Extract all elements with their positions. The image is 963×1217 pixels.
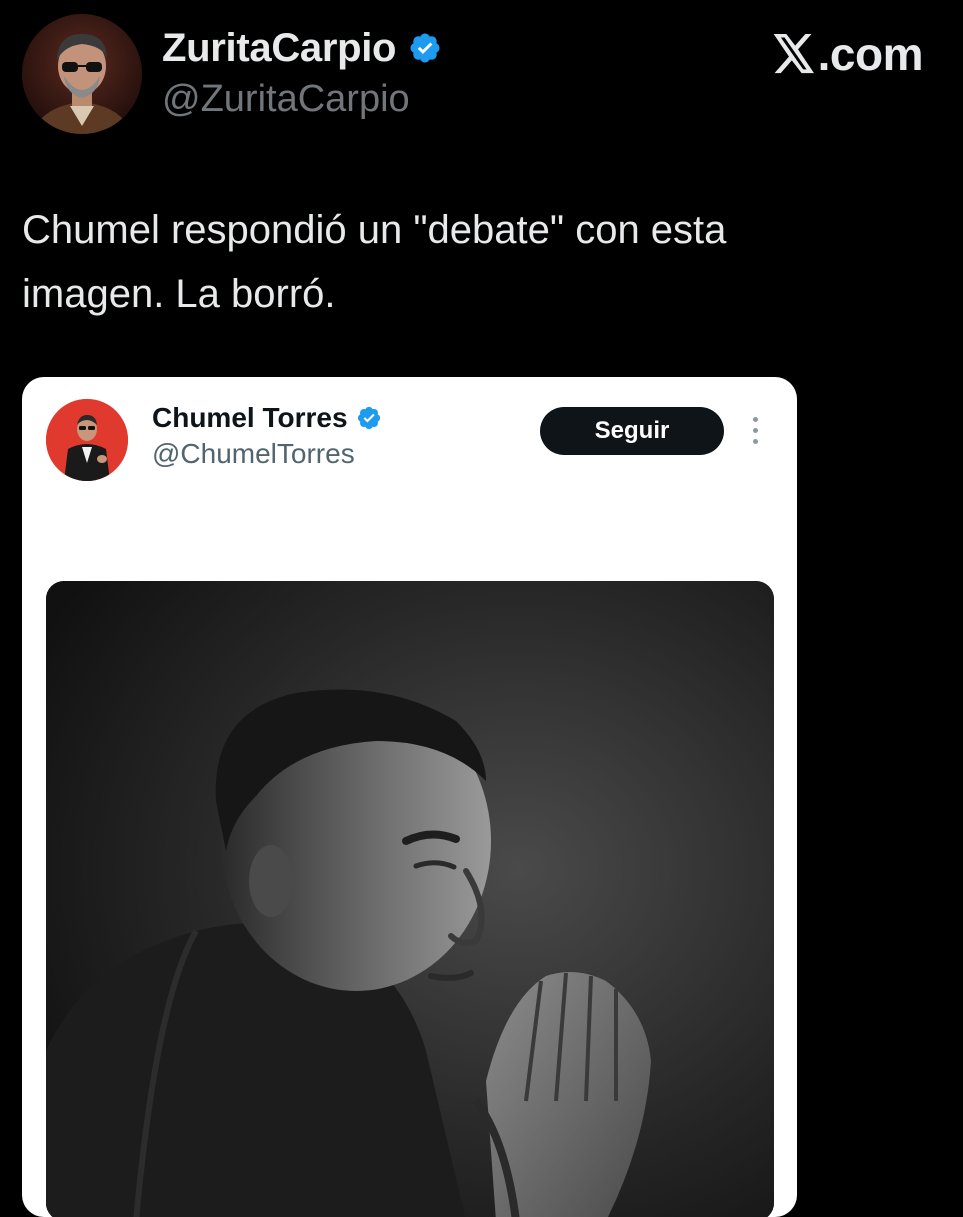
tweet-text-line: Chumel respondió un "debate" con esta	[22, 208, 727, 252]
verified-badge-icon	[408, 31, 442, 65]
embedded-tweet-card[interactable]: Chumel Torres @ChumelTorres Seguir	[22, 377, 797, 1217]
embedded-author-handle[interactable]: @ChumelTorres	[152, 437, 355, 471]
author-name-row: ZuritaCarpio	[162, 24, 442, 72]
more-dot	[753, 439, 758, 444]
photo-image	[46, 581, 774, 1217]
more-options-icon[interactable]	[746, 413, 766, 449]
author-name[interactable]: ZuritaCarpio	[162, 24, 397, 72]
tweet-text-line: imagen. La borró.	[22, 272, 336, 316]
avatar-photo	[46, 399, 128, 481]
x-logo-icon	[772, 34, 816, 74]
brand-watermark: .com	[772, 26, 924, 82]
tweet-media-photo[interactable]	[46, 581, 774, 1217]
more-dot	[753, 417, 758, 422]
embedded-author-name[interactable]: Chumel Torres	[152, 401, 348, 435]
verified-badge-icon	[356, 405, 382, 431]
avatar-photo	[22, 14, 142, 134]
author-handle[interactable]: @ZuritaCarpio	[162, 76, 410, 122]
more-dot	[753, 428, 758, 433]
embedded-author-name-row: Chumel Torres	[152, 401, 382, 435]
author-avatar[interactable]	[22, 14, 142, 134]
tweet-text: Chumel respondió un "debate" con esta im…	[22, 198, 922, 326]
brand-label: .com	[817, 28, 924, 80]
embedded-author-avatar[interactable]	[46, 399, 128, 481]
follow-button[interactable]: Seguir	[540, 407, 724, 455]
